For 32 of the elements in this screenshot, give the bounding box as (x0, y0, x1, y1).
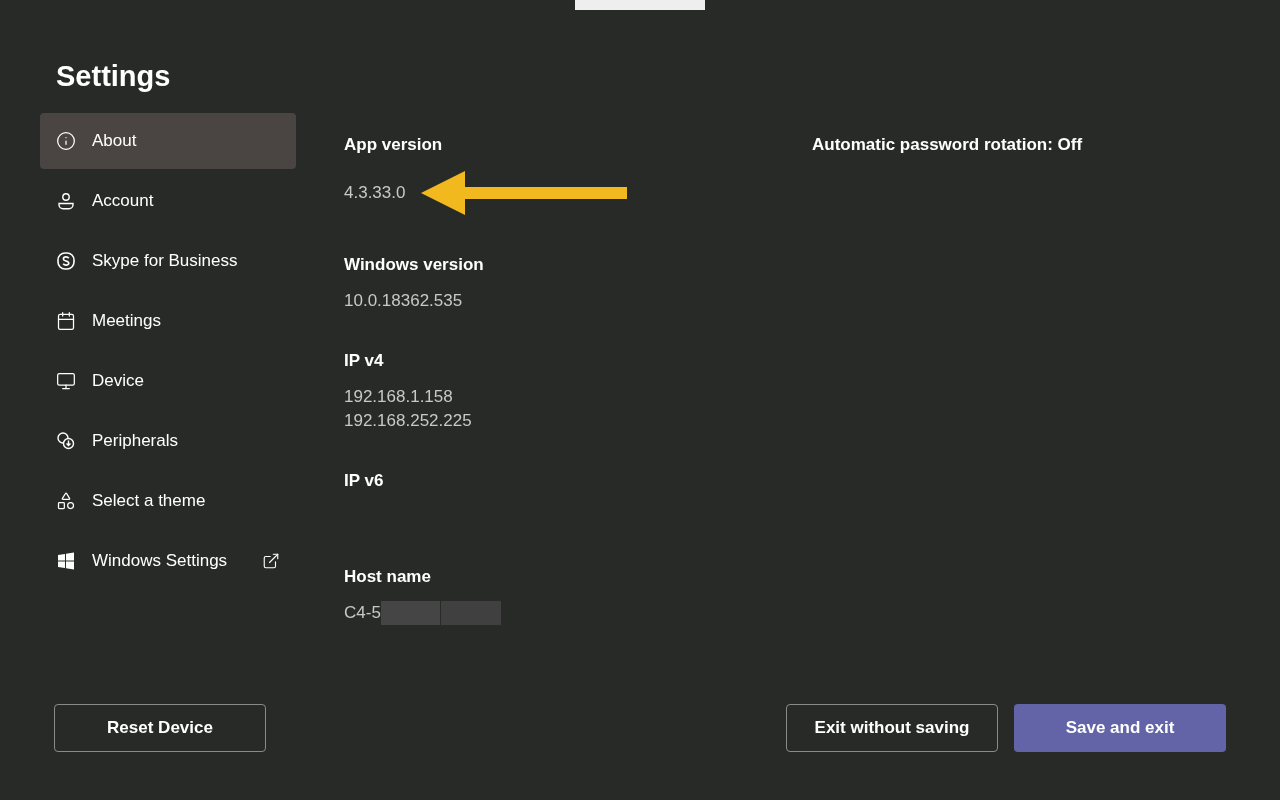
detail-label: IP v6 (344, 470, 385, 492)
detail-label: App version (344, 134, 444, 156)
shapes-icon (56, 491, 76, 511)
exit-without-saving-button[interactable]: Exit without saving (786, 704, 998, 752)
calendar-icon (56, 311, 76, 331)
detail-value: 10.0.18362.535 (344, 290, 463, 312)
sidebar-item[interactable]: About (40, 113, 296, 169)
peripherals-icon (56, 431, 76, 451)
sidebar-item[interactable]: Meetings (40, 293, 296, 349)
detail-value: 4.3.33.0 (344, 182, 406, 204)
sidebar-item[interactable]: Select a theme (40, 473, 296, 529)
sidebar-item[interactable]: Account (40, 173, 296, 229)
detail-label: IP v4 (344, 350, 385, 372)
reset-device-button[interactable]: Reset Device (54, 704, 266, 752)
sidebar-item[interactable]: Skype for Business (40, 233, 296, 289)
settings-title: Settings (56, 59, 172, 94)
skype-icon (56, 251, 76, 271)
sidebar-item[interactable]: Peripherals (40, 413, 296, 469)
person-icon (56, 191, 76, 211)
sidebar-item[interactable]: Windows Settings (40, 533, 296, 589)
detail-value: C4-5 (344, 602, 381, 624)
password-rotation-status: Automatic password rotation: Off (812, 134, 1083, 156)
save-and-exit-button[interactable]: Save and exit (1014, 704, 1226, 752)
info-icon (56, 131, 76, 151)
detail-value: 192.168.252.225 (344, 410, 472, 432)
windows-logo-icon (56, 551, 76, 571)
detail-label: Windows version (344, 254, 485, 276)
detail-value: 192.168.1.158 (344, 386, 453, 408)
external-link-icon (262, 552, 280, 570)
monitor-icon (56, 371, 76, 391)
detail-label: Host name (344, 566, 432, 588)
sidebar-item[interactable]: Device (40, 353, 296, 409)
